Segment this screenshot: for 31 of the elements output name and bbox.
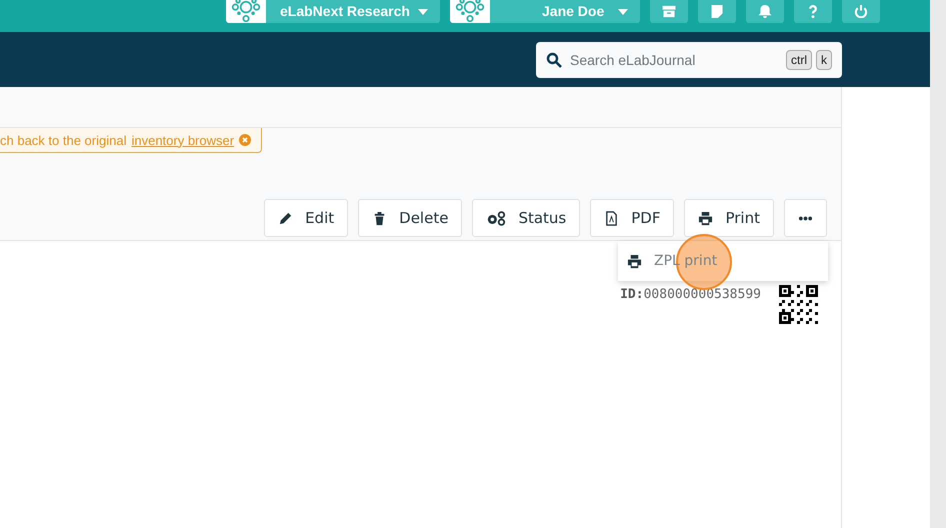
note-icon [709,5,725,18]
logo-icon [450,0,490,23]
close-icon[interactable] [239,134,252,146]
power-icon [853,5,869,18]
scrollbar[interactable] [930,0,946,528]
caret-icon [618,8,628,14]
shortcut-key: k [816,50,832,70]
power-button[interactable] [842,0,880,23]
notes-button[interactable] [698,0,736,23]
item-id: ID:008000000538599 [620,287,761,302]
bell-icon [757,5,773,18]
toolbar-button[interactable]: Status [472,199,580,237]
gears-icon [486,210,506,226]
toolbar-button[interactable]: Edit [264,199,348,237]
printer-icon [627,254,642,268]
printer-icon [698,210,714,226]
notifications-button[interactable] [746,0,784,23]
archive-box-icon [661,5,677,18]
pdf-file-icon [604,210,620,226]
notice-text: ch back to the original [0,132,126,148]
toolbar-button[interactable]: Delete [358,199,462,237]
pencil-icon [278,210,294,226]
archive-button[interactable] [650,0,688,23]
toolbar-button[interactable]: PDF [590,199,674,237]
search-icon [546,52,562,68]
caret-icon [418,8,428,14]
shortcut-key: ctrl [786,50,812,70]
toolbar-button[interactable]: Print [684,199,774,237]
help-button[interactable] [794,0,832,23]
more-button[interactable] [784,199,827,237]
logo-icon [226,0,266,23]
